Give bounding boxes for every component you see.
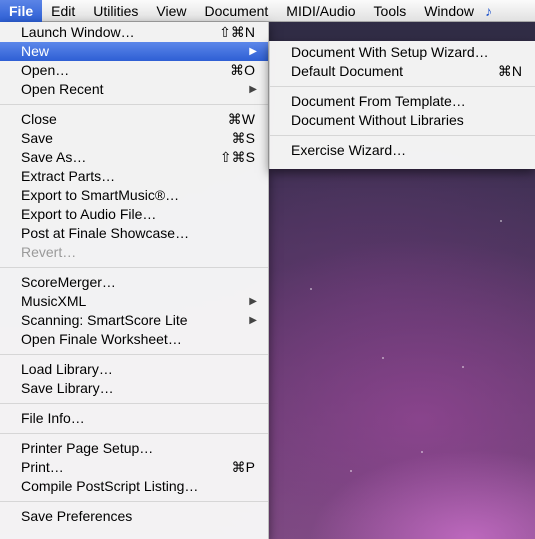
- menu-item-scanning-smartscore-lite[interactable]: Scanning: SmartScore Lite ▶: [0, 311, 268, 330]
- menu-bar: File Edit Utilities View Document MIDI/A…: [0, 0, 535, 22]
- menu-item-label: Document From Template…: [291, 93, 466, 109]
- menu-item-label: Print…: [21, 459, 64, 475]
- submenu-arrow-icon: ▶: [249, 84, 257, 95]
- star: [350, 470, 352, 472]
- menu-item-label: Close: [21, 111, 57, 127]
- menu-file[interactable]: File: [0, 0, 43, 22]
- keyboard-shortcut: ⌘S: [231, 130, 255, 146]
- menu-item-label: Export to Audio File…: [21, 206, 157, 222]
- menu-item-label: ScoreMerger…: [21, 274, 116, 290]
- menu-view[interactable]: View: [147, 0, 195, 22]
- menu-item-label: Save Library…: [21, 380, 114, 396]
- menu-item-save[interactable]: Save ⌘S: [0, 129, 268, 148]
- menu-item-label: Open Recent: [21, 81, 104, 97]
- menu-item-default-document[interactable]: Default Document ⌘N: [270, 62, 535, 81]
- menu-item-label: New: [21, 43, 50, 59]
- submenu-arrow-icon: ▶: [249, 296, 257, 307]
- menu-separator: [270, 86, 535, 87]
- file-menu: Launch Window… ⇧⌘N New ▶ Open… ⌘O Open Recent ▶…: [0, 22, 269, 539]
- menu-item-document-from-template[interactable]: Document From Template…: [270, 92, 535, 111]
- menu-item-label: Default Document: [291, 63, 404, 79]
- menu-item-post-at-finale-showcase[interactable]: Post at Finale Showcase…: [0, 224, 268, 243]
- menu-item-label: Export to SmartMusic®…: [21, 187, 180, 203]
- menu-separator: [0, 403, 268, 404]
- menu-item-export-to-audio-file[interactable]: Export to Audio File…: [0, 205, 268, 224]
- keyboard-shortcut: ⌘O: [230, 62, 255, 78]
- menu-item-label: Exercise Wizard…: [291, 142, 407, 158]
- menu-item-scoremerger[interactable]: ScoreMerger…: [0, 273, 268, 292]
- menu-item-label: Printer Page Setup…: [21, 440, 154, 456]
- menu-item-label: Scanning: SmartScore Lite: [21, 312, 188, 328]
- keyboard-shortcut: ⌘N: [497, 63, 522, 79]
- menu-separator: [270, 135, 535, 136]
- submenu-arrow-icon: ▶: [249, 315, 257, 326]
- menu-window[interactable]: Window: [415, 0, 483, 22]
- menu-separator: [0, 501, 268, 502]
- menu-edit[interactable]: Edit: [42, 0, 84, 22]
- menu-item-export-to-smartmusic[interactable]: Export to SmartMusic®…: [0, 186, 268, 205]
- keyboard-shortcut: ⌘P: [231, 459, 255, 475]
- menu-item-open[interactable]: Open… ⌘O: [0, 61, 268, 80]
- menu-item-extract-parts[interactable]: Extract Parts…: [0, 167, 268, 186]
- menu-item-label: Save As…: [21, 149, 87, 165]
- star: [500, 220, 502, 222]
- menu-item-musicxml[interactable]: MusicXML ▶: [0, 292, 268, 311]
- menu-item-printer-page-setup[interactable]: Printer Page Setup…: [0, 439, 268, 458]
- menu-item-save-preferences[interactable]: Save Preferences: [0, 507, 268, 526]
- menu-item-print[interactable]: Print… ⌘P: [0, 458, 268, 477]
- menu-item-compile-postscript-listing[interactable]: Compile PostScript Listing…: [0, 477, 268, 496]
- menu-item-load-library[interactable]: Load Library…: [0, 360, 268, 379]
- script-menu-icon[interactable]: ♪: [483, 3, 492, 19]
- star: [462, 366, 464, 368]
- keyboard-shortcut: ⇧⌘S: [219, 149, 255, 165]
- menu-item-label: Launch Window…: [21, 24, 135, 40]
- menu-item-label: File Info…: [21, 410, 85, 426]
- menu-item-save-as[interactable]: Save As… ⇧⌘S: [0, 148, 268, 167]
- menu-item-label: Save Preferences: [21, 508, 133, 524]
- star: [421, 451, 423, 453]
- menu-item-label: MusicXML: [21, 293, 87, 309]
- menu-item-document-without-libraries[interactable]: Document Without Libraries: [270, 111, 535, 130]
- menu-item-exercise-wizard[interactable]: Exercise Wizard…: [270, 141, 535, 160]
- menu-item-label: Load Library…: [21, 361, 113, 377]
- menu-item-label: Document Without Libraries: [291, 112, 464, 128]
- menu-item-label: Save: [21, 130, 53, 146]
- menu-item-label: Compile PostScript Listing…: [21, 478, 199, 494]
- menu-item-new[interactable]: New ▶: [0, 42, 268, 61]
- menu-item-label: Document With Setup Wizard…: [291, 44, 489, 60]
- menu-document[interactable]: Document: [195, 0, 277, 22]
- menu-item-close[interactable]: Close ⌘W: [0, 110, 268, 129]
- menu-item-save-library[interactable]: Save Library…: [0, 379, 268, 398]
- menu-item-launch-window[interactable]: Launch Window… ⇧⌘N: [0, 23, 268, 42]
- menu-item-open-recent[interactable]: Open Recent ▶: [0, 80, 268, 99]
- menu-item-label: Extract Parts…: [21, 168, 116, 184]
- star: [382, 357, 384, 359]
- menu-midi-audio[interactable]: MIDI/Audio: [277, 0, 364, 22]
- submenu-arrow-icon: ▶: [249, 46, 257, 57]
- menu-separator: [0, 267, 268, 268]
- menu-item-label: Revert…: [21, 244, 77, 260]
- menu-separator: [0, 433, 268, 434]
- menu-utilities[interactable]: Utilities: [84, 0, 147, 22]
- menu-tools[interactable]: Tools: [365, 0, 416, 22]
- menu-item-open-finale-worksheet[interactable]: Open Finale Worksheet…: [0, 330, 268, 349]
- menu-separator: [0, 354, 268, 355]
- menu-item-label: Post at Finale Showcase…: [21, 225, 190, 241]
- keyboard-shortcut: ⌘W: [227, 111, 255, 127]
- menu-item-file-info[interactable]: File Info…: [0, 409, 268, 428]
- menu-separator: [0, 104, 268, 105]
- new-submenu: Document With Setup Wizard… Default Docum…: [269, 41, 535, 169]
- menu-item-label: Open…: [21, 62, 70, 78]
- keyboard-shortcut: ⇧⌘N: [219, 24, 255, 40]
- menu-item-document-with-setup-wizard[interactable]: Document With Setup Wizard…: [270, 43, 535, 62]
- menu-item-label: Open Finale Worksheet…: [21, 331, 182, 347]
- star: [310, 288, 312, 290]
- menu-item-revert: Revert…: [0, 243, 268, 262]
